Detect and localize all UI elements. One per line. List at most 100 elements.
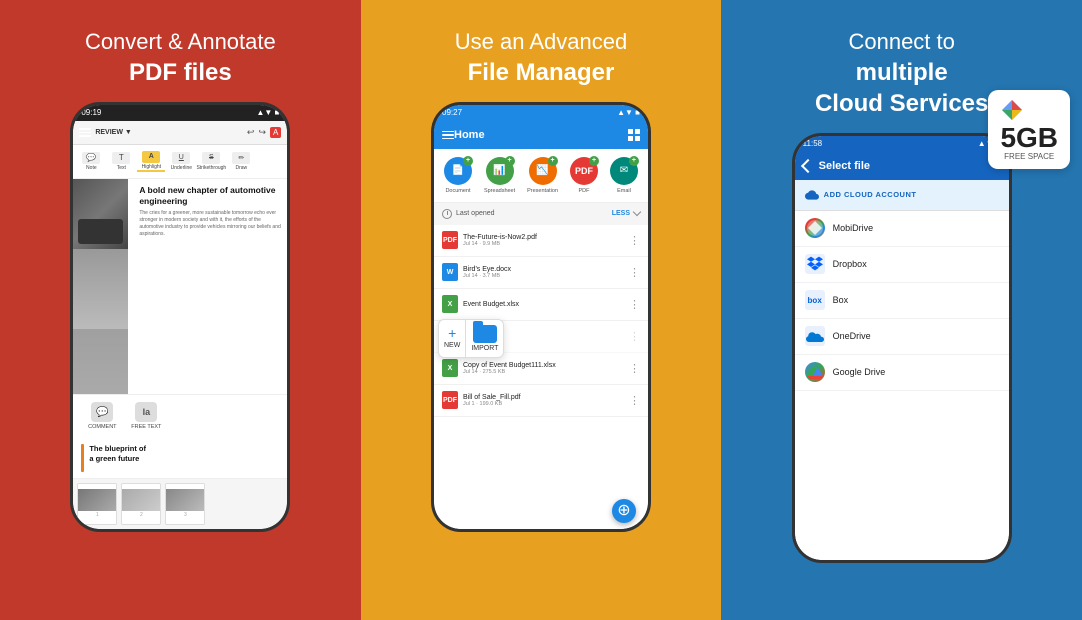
mobidrive-name: MobiDrive [833,223,874,233]
note-tool[interactable]: 💬 Note [77,152,105,171]
file-menu-5[interactable]: ⋮ [629,362,640,375]
doc-body: The cries for a greener, more sustainabl… [139,210,281,238]
toolbar-mode: REVIEW ▼ [95,129,132,136]
hamburger-icon[interactable] [79,128,91,137]
doc-type[interactable]: 📄 + Document [444,157,472,194]
phone-mockup-1: 09:19 ▲▼ ■ REVIEW ▼ ↩ ↪ A 💬 Note [70,102,290,532]
doc-image [73,179,128,394]
doc-icon-2: W [442,263,458,281]
file-menu-3[interactable]: ⋮ [629,298,640,311]
undo-icon[interactable]: ↩ [247,127,255,138]
freetext-icon: Ia [135,402,157,422]
file-item-2[interactable]: W Bird's Eye.docx Jul 14 · 3.7 MB ⋮ [434,257,648,289]
file-type-grid: 📄 + Document 📊 + Spreadsheet 📉 + [434,149,648,203]
statusbar-1: 09:19 ▲▼ ■ [73,105,287,121]
chevron-icon [633,208,641,216]
add-cloud-bar[interactable]: ADD CLOUD ACCOUNT [795,180,1009,211]
spreadsheet-type[interactable]: 📊 + Spreadsheet [484,157,515,194]
grid-view-icon[interactable] [628,129,640,141]
panel-file-manager: Use an Advanced File Manager 09:27 ▲▼ ■ … [361,0,722,620]
storage-badge: 5GB FREE SPACE [988,90,1070,169]
file-item-6[interactable]: PDF Bill of Sale_Fill.pdf Jul 1 · 199.0 … [434,385,648,417]
strike-tool[interactable]: S Strikethrough [197,152,225,171]
gdrive-name: Google Drive [833,367,886,377]
onedrive-item[interactable]: OneDrive [795,319,1009,355]
pdf-type[interactable]: PDF + PDF [570,157,598,194]
text-tool[interactable]: T Text [107,152,135,171]
toolbar-2: Home [434,121,648,149]
thumbnail-strip: 1 2 3 [73,479,287,529]
comment-tool[interactable]: 💬 COMMENT [83,402,121,430]
storage-label: FREE SPACE [1000,152,1058,161]
panel-cloud-services: Connect to multiple Cloud Services 5GB F… [721,0,1082,620]
less-button[interactable]: LESS [612,210,630,217]
statusbar-2: 09:27 ▲▼ ■ [434,105,648,121]
thumb-3[interactable]: 3 [165,483,205,525]
dropbox-item[interactable]: Dropbox [795,247,1009,283]
mobidrive-item[interactable]: MobiDrive [795,211,1009,247]
file-item-3[interactable]: X Event Budget.xlsx ⋮ [434,289,648,321]
panel-convert-annotate: Convert & Annotate PDF files 09:19 ▲▼ ■ … [0,0,361,620]
fab-area: ⊕ [434,489,648,529]
file-menu-1[interactable]: ⋮ [629,234,640,247]
mobidrive-logo [805,218,825,238]
hamburger-icon-2[interactable] [442,131,454,140]
section-header: Last opened LESS [434,203,648,225]
onedrive-logo [805,326,825,346]
file-list: PDF The-Future-is-Now2.pdf Jul 14 · 9.9 … [434,225,648,489]
doc-heading: A bold new chapter of automotive enginee… [139,185,281,207]
file-name-3: Event Budget.xlsx [463,301,624,308]
gdrive-logo [805,362,825,382]
free-text-tool[interactable]: Ia FREE TEXT [127,402,165,430]
folder-icon [473,325,497,343]
phone-mockup-2: 09:27 ▲▼ ■ Home 📄 + [431,102,651,532]
file-name-2: Bird's Eye.docx [463,266,624,273]
new-button[interactable]: + NEW [439,320,466,357]
thumb-1[interactable]: 1 [77,483,117,525]
plus-icon: + [448,325,456,341]
thumb-2[interactable]: 2 [121,483,161,525]
file-menu-2[interactable]: ⋮ [629,266,640,279]
fab-button[interactable]: ⊕ [612,499,636,523]
phone-mockup-3: 11:58 ▲▼ ■ Select file ADD CLOUD ACCOUNT [792,133,1012,563]
bottom-tools: 💬 COMMENT Ia FREE TEXT [73,394,287,438]
xls-icon-5: X [442,359,458,377]
file-name-1: The-Future-is-Now2.pdf [463,234,624,241]
box-item[interactable]: box Box [795,283,1009,319]
clock-icon [442,209,452,219]
file-meta-6: Jul 1 · 199.0 KB [463,401,624,407]
storage-size: 5GB [1000,124,1058,152]
file-menu-6[interactable]: ⋮ [629,394,640,407]
toolbar-1: REVIEW ▼ ↩ ↪ A [73,121,287,145]
toolbar-title-2: Home [454,129,485,141]
doc-text: A bold new chapter of automotive enginee… [128,179,287,394]
statusbar-3: 11:58 ▲▼ ■ [795,136,1009,152]
import-button[interactable]: IMPORT [466,320,503,357]
pdf-icon-6: PDF [442,391,458,409]
panel-1-title: Convert & Annotate PDF files [85,28,276,88]
file-meta-5: Jul 14 · 275.5 KB [463,369,624,375]
redo-icon[interactable]: ↪ [258,127,266,138]
gdrive-item[interactable]: Google Drive [795,355,1009,391]
quote-text: The blueprint of a green future [89,444,146,465]
presentation-type[interactable]: 📉 + Presentation [527,157,558,194]
draw-tool[interactable]: ✏ Draw [227,152,255,171]
toolbar-title-3: Select file [819,160,870,172]
onedrive-name: OneDrive [833,331,871,341]
highlight-tool[interactable]: A Highlight [137,151,165,172]
file-meta-2: Jul 14 · 3.7 MB [463,273,624,279]
file-menu-4[interactable]: ⋮ [629,330,640,343]
file-item-1[interactable]: PDF The-Future-is-Now2.pdf Jul 14 · 9.9 … [434,225,648,257]
file-name-5: Copy of Event Budget111.xlsx [463,362,624,369]
xls-icon-3: X [442,295,458,313]
email-type[interactable]: ✉ + Email [610,157,638,194]
dropbox-logo [805,254,825,274]
underline-tool[interactable]: U Underline [167,152,195,171]
quote-section: The blueprint of a green future [73,438,287,479]
panel-2-title: Use an Advanced File Manager [455,28,627,88]
file-name-6: Bill of Sale_Fill.pdf [463,394,624,401]
pdf-icon-1: PDF [442,231,458,249]
back-button[interactable] [801,159,815,173]
cloud-content: ADD CLOUD ACCOUNT MobiDrive [795,180,1009,560]
add-cloud-label: ADD CLOUD ACCOUNT [824,190,917,199]
